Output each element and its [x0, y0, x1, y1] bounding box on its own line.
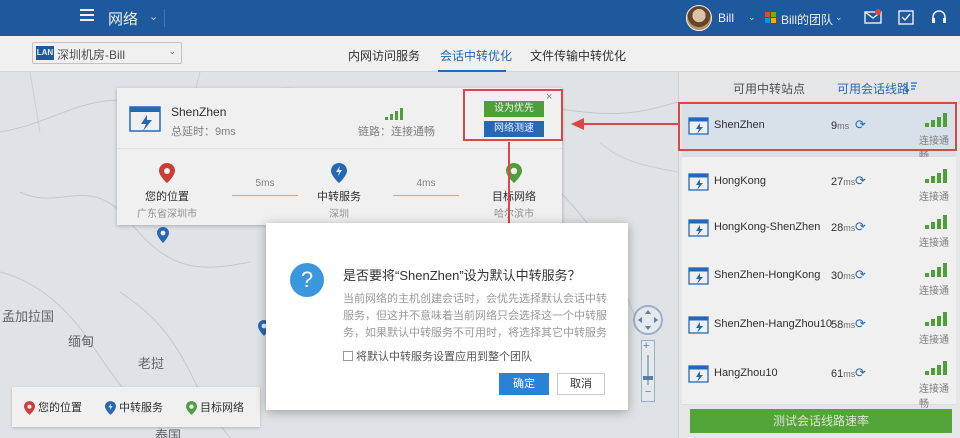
cancel-button[interactable]: 取消 [557, 373, 605, 395]
checkbox-label[interactable]: 将默认中转服务设置应用到整个团队 [356, 351, 532, 363]
confirm-dialog: ? 是否要将“ShenZhen”设为默认中转服务？ 当前网络的主机创建会话时，会… [266, 223, 628, 410]
confirm-button[interactable]: 确定 [499, 373, 549, 395]
apply-to-team-checkbox[interactable]: 将默认中转服务设置应用到整个团队 [343, 348, 532, 364]
dialog-body: 当前网络的主机创建会话时，会优先选择默认会话中转服务，但这并不意味着当前网络只会… [343, 293, 607, 339]
checkbox-box[interactable] [343, 351, 353, 361]
question-icon: ? [290, 263, 324, 297]
dialog-title: 是否要将“ShenZhen”设为默认中转服务？ [343, 268, 581, 283]
